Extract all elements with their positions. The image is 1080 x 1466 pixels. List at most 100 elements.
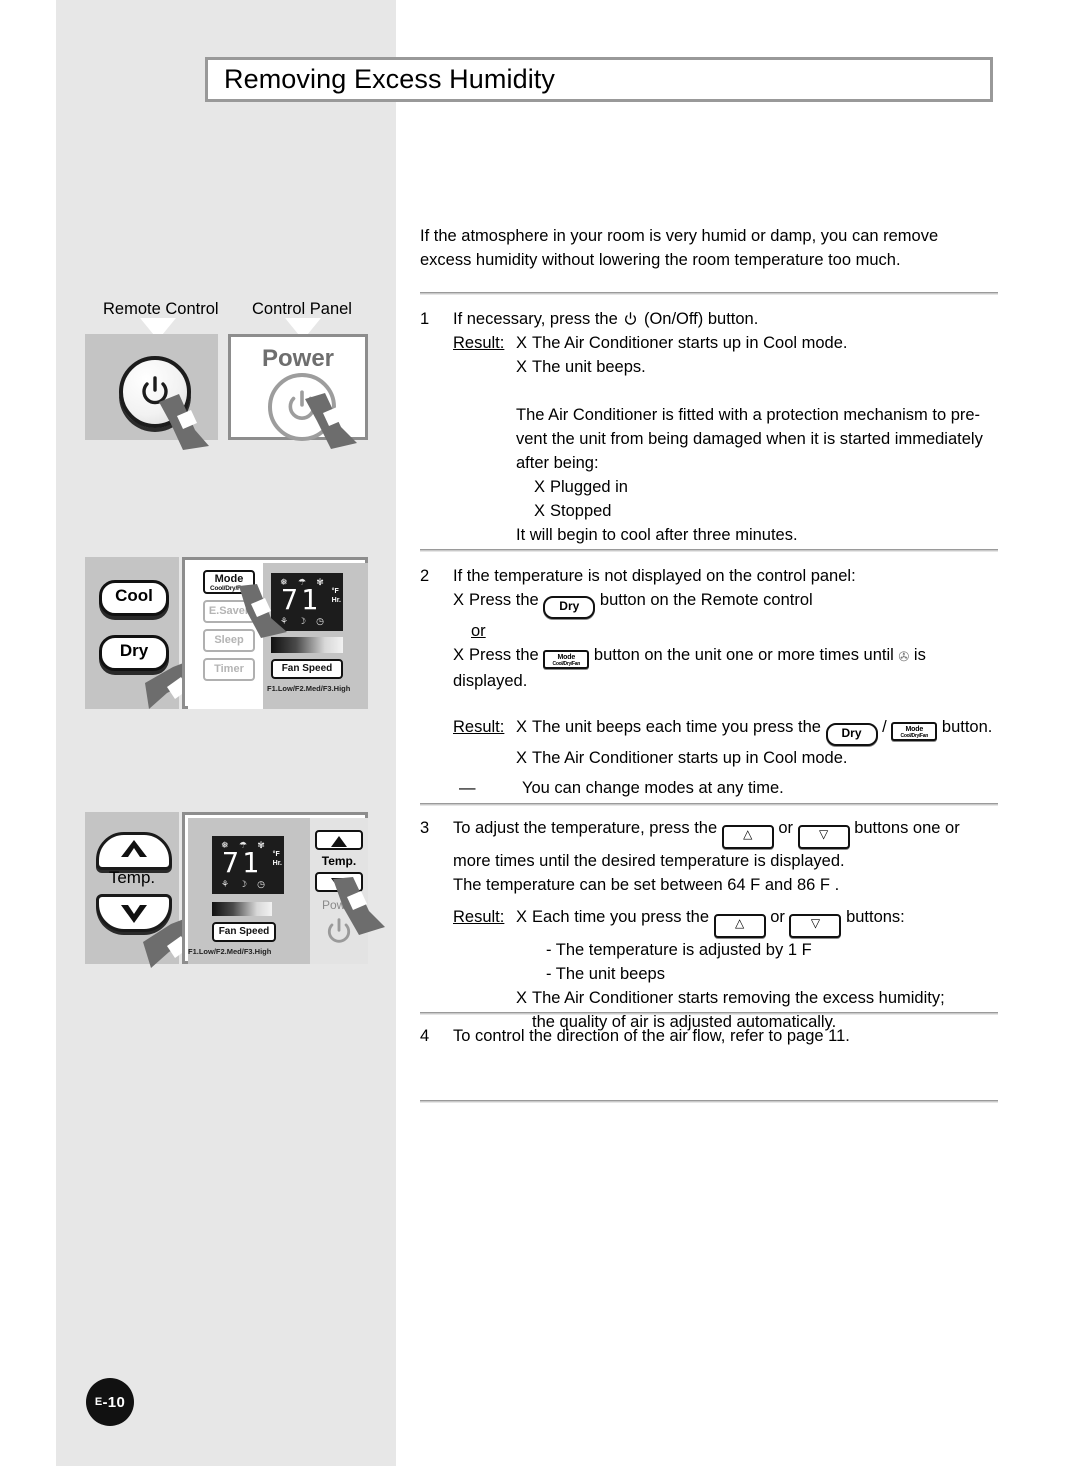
key-mode-label: Mode	[557, 654, 576, 661]
unit-fanspeed-button[interactable]: Fan Speed	[271, 659, 343, 679]
figure-remote-mode-panel: Cool Dry	[85, 557, 203, 709]
lcd-unit-hour: Hr.	[331, 597, 341, 604]
cursor-hand-icon	[159, 394, 209, 450]
note-line: vent the unit from being damaged when it…	[516, 430, 983, 448]
result-item: X The Air Conditioner starts up in Cool m…	[516, 746, 1002, 770]
result-item: X Each time you press the △ or ▽ buttons:	[516, 905, 1002, 938]
lcd-unit-labels: °F Hr.	[332, 587, 341, 605]
unit-display-area-2: ❅ ☂ ✾ 71 °F Hr. ⚘ ☽ ◷ Fan Speed F1.Low/F…	[188, 818, 310, 964]
chevron-up-icon	[121, 840, 147, 857]
bullet-glyph: X	[516, 749, 528, 767]
esaver-icon: ⚘	[220, 879, 230, 889]
result-text-a: The unit beeps each time you press the	[532, 718, 821, 736]
sleep-icon: ☽	[239, 879, 248, 889]
page-number-badge: E -10	[86, 1378, 134, 1426]
key-mode-label: Mode	[905, 726, 924, 733]
figure-remote-power-panel	[85, 334, 218, 450]
result-item: X The unit beeps each time you press the …	[516, 715, 1002, 746]
remote-temp-up-button[interactable]	[96, 832, 172, 870]
figure-label-control-panel: Control Panel	[252, 300, 352, 318]
or-text: or	[778, 819, 794, 837]
step-number: 1	[420, 310, 430, 328]
step-1: 1 If necessary, press the (On/Off) butto…	[420, 307, 1002, 547]
bullet-glyph: X	[453, 646, 465, 664]
lcd-unit-fahrenheit: °F	[272, 851, 280, 858]
or-text: or	[471, 622, 486, 640]
step-3-line-2: more times until the desired temperature…	[453, 852, 845, 870]
control-panel-power-label: Power	[261, 345, 335, 372]
step-3: 3 To adjust the temperature, press the △…	[420, 816, 1002, 1034]
remote-cool-button[interactable]: Cool	[99, 580, 169, 616]
result-subitem: - The temperature is adjusted by 1 F	[546, 941, 812, 959]
unit-timer-button[interactable]: Timer	[203, 658, 255, 681]
triangle-up-icon	[331, 836, 347, 847]
step-2-note: — You can change modes at any time.	[453, 776, 1002, 800]
step-4-lead: To control the direction of the air flow…	[453, 1027, 850, 1045]
figure-remote-temp-panel: Temp.	[85, 812, 203, 968]
key-dry-button[interactable]: Dry	[543, 596, 596, 619]
divider	[420, 1012, 998, 1015]
result-text: The Air Conditioner starts removing the …	[532, 989, 945, 1007]
fan-speed-legend: F1.Low/F2.Med/F3.High	[267, 684, 351, 693]
key-mode-button[interactable]: Mode Cool/Dry/Fan	[543, 650, 590, 669]
unit-temp-up-button[interactable]	[315, 830, 363, 850]
result-text: The unit beeps.	[532, 358, 646, 376]
note-line: after being:	[516, 454, 599, 472]
step-2: 2 If the temperature is not displayed on…	[420, 564, 1002, 800]
remote-temp-label: Temp.	[108, 868, 156, 887]
dash-glyph: —	[459, 779, 476, 797]
result-text: The Air Conditioner starts up in Cool mo…	[532, 334, 848, 352]
unit-temp-label: Temp.	[321, 854, 357, 868]
step-number: 4	[420, 1027, 430, 1045]
fan-speed-gradient-bar-2	[212, 902, 272, 916]
cursor-hand-icon	[239, 584, 287, 638]
bullet-glyph: X	[453, 591, 465, 609]
result-item: X The unit beeps.	[516, 355, 1002, 379]
step-1-note: The Air Conditioner is fitted with a pro…	[516, 403, 1002, 547]
result-item: X The Air Conditioner starts up in Cool m…	[516, 331, 1002, 355]
figure-label-remote-control: Remote Control	[103, 300, 219, 318]
divider	[420, 549, 998, 552]
result-text-b: button.	[941, 718, 993, 736]
step-2-or: or	[471, 619, 1002, 643]
bullet-glyph: X	[534, 502, 546, 520]
step-1-lead: If necessary, press the (On/Off) button.	[453, 307, 1002, 331]
bullet-text-a: Press the	[469, 646, 539, 664]
note-line: The Air Conditioner is fitted with a pro…	[516, 406, 981, 424]
key-mode-button[interactable]: Mode Cool/Dry/Fan	[891, 722, 938, 741]
step-2-result: Result: X The unit beeps each time you pr…	[453, 715, 1002, 770]
sleep-icon: ☽	[298, 616, 307, 626]
intro-line-1: If the atmosphere in your room is very h…	[420, 227, 939, 245]
step-2-lead: If the temperature is not displayed on t…	[453, 567, 856, 585]
lcd-unit-fahrenheit: °F	[331, 588, 339, 595]
figure-unit-temp-panel: ❅ ☂ ✾ 71 °F Hr. ⚘ ☽ ◷ Fan Speed F1.Low/F…	[182, 812, 385, 964]
or-text: or	[770, 908, 785, 926]
result-text-b: buttons:	[846, 908, 905, 926]
key-temp-up-button[interactable]: △	[721, 825, 774, 849]
divider	[420, 803, 998, 806]
timer-icon: ◷	[257, 879, 265, 889]
step-number: 2	[420, 567, 430, 585]
key-temp-down-button[interactable]: ▽	[797, 825, 850, 849]
key-dry-button[interactable]: Dry	[825, 723, 878, 746]
bullet-glyph: X	[516, 718, 528, 736]
unit-fanspeed-button-2[interactable]: Fan Speed	[212, 922, 276, 942]
divider	[420, 292, 998, 295]
figure-control-panel-power: Power	[228, 334, 368, 449]
result-label: Result:	[453, 334, 505, 352]
step-1-result: Result: X The Air Conditioner starts up i…	[453, 331, 1002, 379]
note-bullet: X Stopped	[534, 499, 1002, 523]
step-4: 4 To control the direction of the air fl…	[420, 1024, 1002, 1048]
step-1-lead-a: If necessary, press the	[453, 310, 618, 328]
key-temp-up-button[interactable]: △	[713, 914, 766, 938]
key-mode-sublabel: Cool/Dry/Fan	[900, 733, 929, 739]
power-icon	[625, 312, 637, 325]
bullet-text-a: Press the	[469, 591, 539, 609]
key-temp-down-button[interactable]: ▽	[789, 914, 842, 938]
result-label: Result:	[453, 718, 505, 736]
cursor-hand-icon	[305, 393, 357, 449]
fan-speed-legend-2: F1.Low/F2.Med/F3.High	[188, 947, 272, 956]
divider	[420, 1100, 998, 1103]
separator: /	[882, 718, 887, 736]
result-text: The Air Conditioner starts up in Cool mo…	[532, 749, 848, 767]
